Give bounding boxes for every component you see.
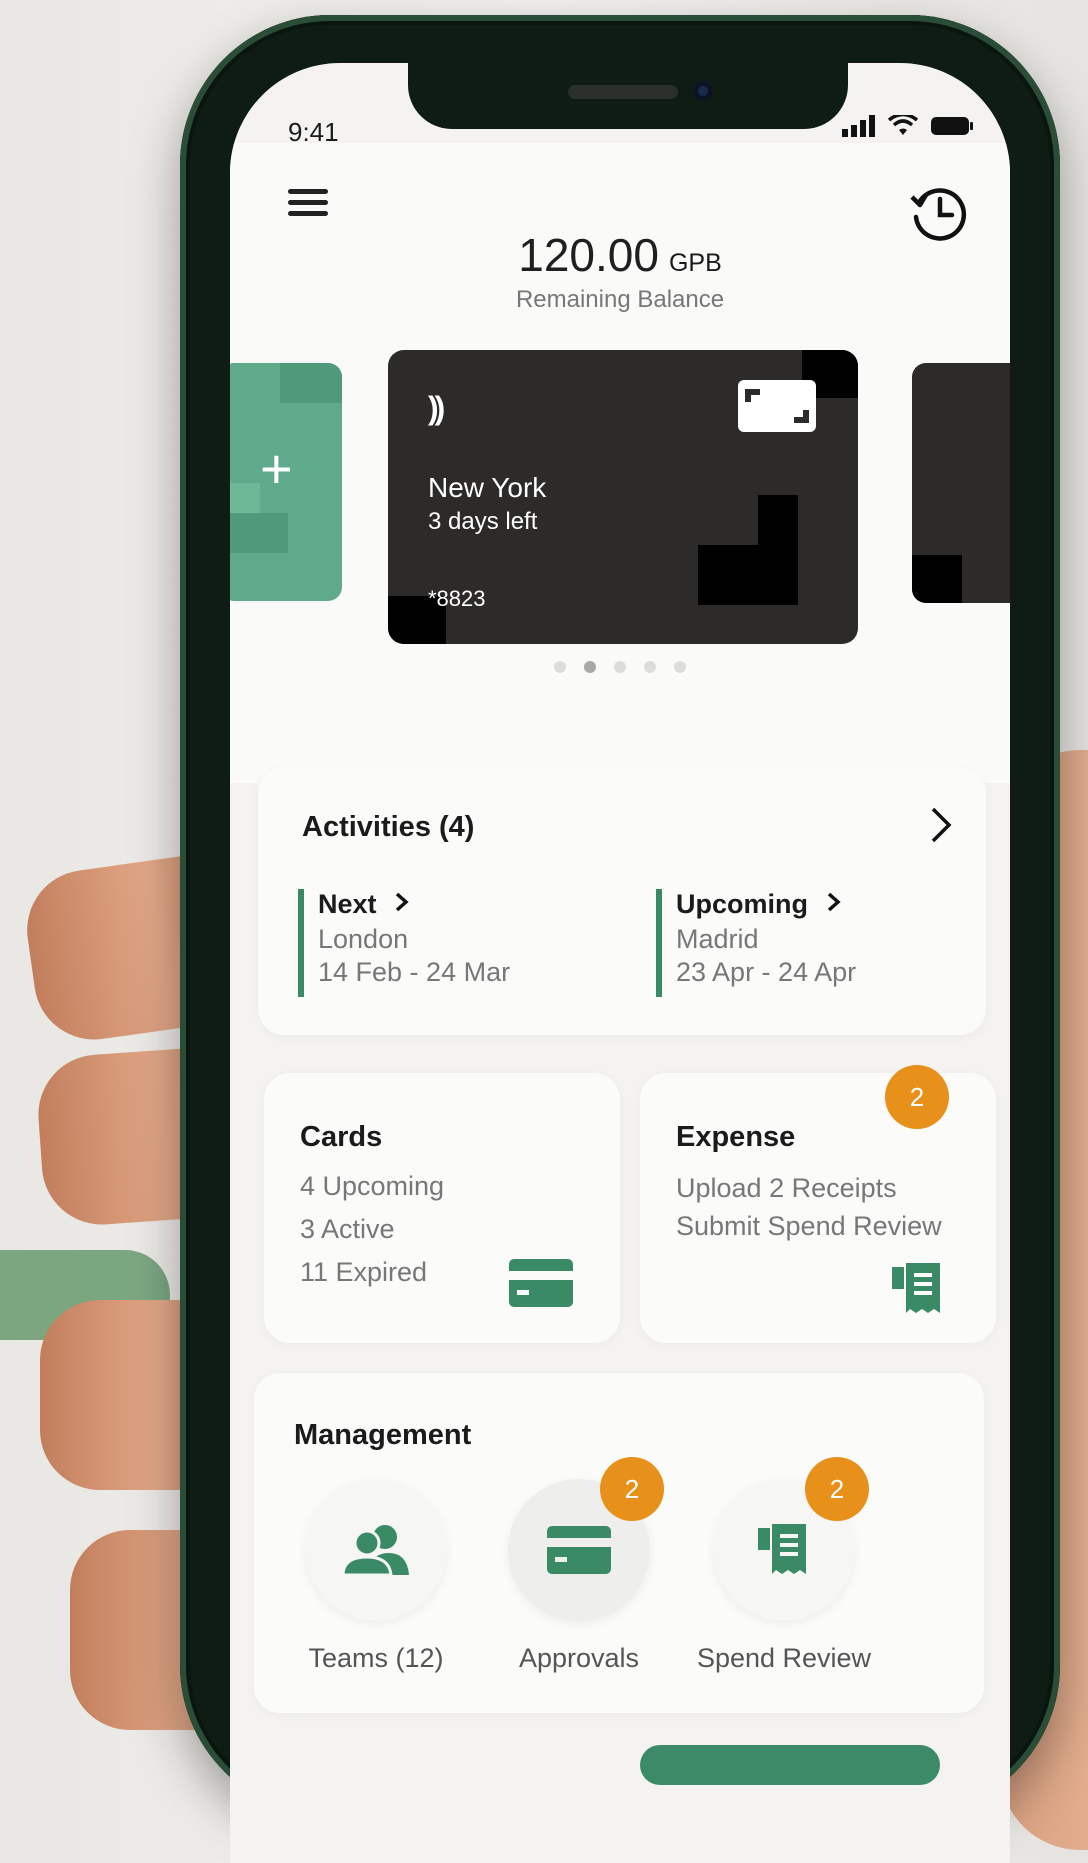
expense-badge: 2	[885, 1065, 949, 1129]
receipt-icon	[892, 1263, 940, 1313]
cards-stats: 4 Upcoming 3 Active 11 Expired	[300, 1165, 444, 1294]
notch	[408, 63, 848, 129]
travel-card[interactable]: )) New York 3 days left *8823	[388, 350, 858, 644]
team-icon	[341, 1525, 409, 1577]
activity-next-heading: Next	[318, 889, 510, 920]
activity-upcoming-city: Madrid	[676, 924, 759, 954]
activity-upcoming-label: Upcoming	[676, 889, 808, 919]
carousel-dot[interactable]	[554, 661, 566, 673]
bottom-action-bar[interactable]	[640, 1745, 940, 1785]
carousel-dot[interactable]	[584, 661, 596, 673]
chevron-right-icon	[395, 892, 409, 912]
balance-label: Remaining Balance	[515, 286, 725, 313]
wifi-icon	[888, 115, 918, 135]
expense-submit-review: Submit Spend Review	[676, 1211, 942, 1241]
cards-title: Cards	[300, 1121, 383, 1153]
status-time: 9:41	[288, 117, 339, 147]
expense-panel[interactable]: Expense 2 Upload 2 Receipts Submit Spend…	[640, 1065, 996, 1343]
credit-card-icon	[547, 1526, 611, 1574]
balance-display: 120.00 GPB Remaining Balance	[230, 228, 1010, 314]
balance-currency: GPB	[668, 249, 722, 277]
balance-amount: 120.00	[518, 229, 659, 281]
activity-next-dates: 14 Feb - 24 Mar	[318, 957, 511, 987]
signal-icon	[842, 115, 875, 137]
app-screen: 9:41 120.00 GPB Remaining Balance +)) N…	[230, 63, 1010, 1863]
cards-expired: 11 Expired	[300, 1257, 428, 1287]
activity-next-label: Next	[318, 889, 377, 919]
spend-review-button[interactable]: 2 Spend Review	[674, 1457, 894, 1674]
management-panel: Management Teams (12) 2 Approvals 2 Spen…	[254, 1373, 984, 1713]
phone-frame: 9:41 120.00 GPB Remaining Balance +)) N…	[180, 15, 1060, 1863]
next-card-pattern	[912, 555, 962, 603]
menu-button[interactable]	[288, 183, 336, 231]
contactless-icon: ))	[428, 390, 445, 426]
teams-button[interactable]: Teams (12)	[266, 1479, 486, 1674]
spend-review-circle: 2	[713, 1457, 869, 1621]
add-card-button[interactable]: +	[230, 363, 342, 601]
management-title: Management	[294, 1419, 472, 1451]
spend-review-label: Spend Review	[696, 1643, 872, 1673]
status-icons	[842, 115, 974, 137]
battery-icon	[931, 117, 973, 135]
card-chip-icon	[738, 380, 816, 432]
activity-upcoming-heading: Upcoming	[676, 889, 856, 920]
teams-circle	[305, 1479, 447, 1621]
next-card-preview[interactable]	[912, 363, 1010, 603]
approvals-label: Approvals	[518, 1643, 640, 1673]
carousel-pagination[interactable]	[230, 661, 1010, 673]
plus-icon: +	[260, 437, 293, 500]
activity-upcoming[interactable]: Upcoming Madrid 23 Apr - 24 Apr	[656, 889, 856, 997]
approvals-circle: 2	[508, 1457, 664, 1621]
camera	[693, 81, 713, 101]
cards-panel[interactable]: Cards 4 Upcoming 3 Active 11 Expired	[264, 1073, 620, 1343]
activity-next-city: London	[318, 924, 409, 954]
activity-next[interactable]: Next London 14 Feb - 24 Mar	[298, 889, 510, 997]
cards-upcoming: 4 Upcoming	[300, 1171, 445, 1201]
cards-active: 3 Active	[300, 1214, 395, 1244]
teams-label: Teams (12)	[308, 1643, 444, 1673]
expense-tasks: Upload 2 Receipts Submit Spend Review	[676, 1169, 942, 1245]
card-days-left: 3 days left	[428, 508, 538, 535]
activities-panel[interactable]: Activities (4) Next London 14 Feb - 24 M…	[258, 767, 986, 1035]
receipt-icon	[758, 1524, 806, 1574]
carousel-dot[interactable]	[614, 661, 626, 673]
activity-upcoming-dates: 23 Apr - 24 Apr	[676, 957, 857, 987]
carousel-dot[interactable]	[674, 661, 686, 673]
speaker	[568, 85, 678, 99]
chevron-right-icon[interactable]	[928, 805, 954, 855]
credit-card-icon	[509, 1259, 573, 1307]
activities-title: Activities (4)	[302, 811, 475, 843]
carousel-dot[interactable]	[644, 661, 656, 673]
expense-title: Expense	[676, 1121, 796, 1153]
chevron-right-icon	[827, 892, 841, 912]
menu-icon	[288, 189, 336, 216]
card-city: New York	[428, 472, 547, 503]
approvals-badge: 2	[600, 1457, 664, 1521]
spend-review-badge: 2	[805, 1457, 869, 1521]
card-number: *8823	[428, 586, 486, 611]
approvals-button[interactable]: 2 Approvals	[469, 1457, 689, 1674]
expense-upload-receipts: Upload 2 Receipts	[676, 1173, 897, 1203]
